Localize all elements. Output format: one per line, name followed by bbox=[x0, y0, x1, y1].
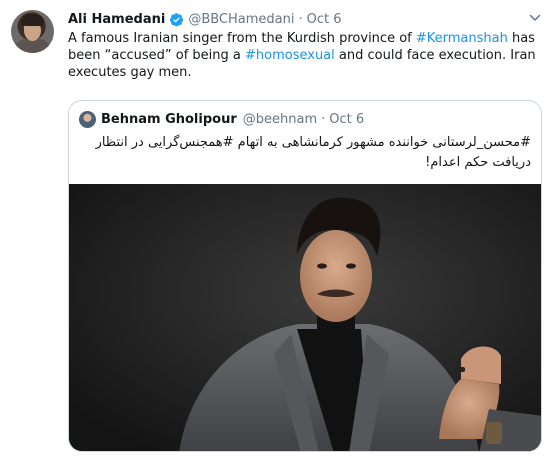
hashtag-link[interactable]: #homosexual bbox=[245, 48, 335, 63]
author-handle[interactable]: @BBCHamedani bbox=[188, 12, 294, 27]
portrait-photo bbox=[69, 184, 541, 451]
tweet-text-part: A famous Iranian singer from the Kurdish… bbox=[68, 31, 416, 46]
tweet-text: A famous Iranian singer from the Kurdish… bbox=[68, 30, 543, 81]
author-name[interactable]: Ali Hamedani bbox=[68, 12, 165, 27]
quoted-avatar[interactable] bbox=[79, 111, 96, 128]
tweet-header: Ali Hamedani @BBCHamedani · Oct 6 bbox=[68, 10, 342, 28]
tweet[interactable]: Ali Hamedani @BBCHamedani · Oct 6 A famo… bbox=[0, 0, 553, 463]
verified-badge-icon bbox=[170, 12, 184, 26]
quoted-photo[interactable] bbox=[69, 184, 541, 451]
quoted-author-handle[interactable]: @beehnam bbox=[243, 112, 317, 127]
separator: · bbox=[298, 11, 303, 27]
chevron-down-icon[interactable] bbox=[529, 12, 541, 24]
quoted-tweet-text: #محسن_لرستانی خواننده مشهور کرمانشاهی به… bbox=[95, 135, 531, 170]
quoted-author-name[interactable]: Behnam Gholipour bbox=[101, 112, 237, 127]
quoted-tweet[interactable]: Behnam Gholipour @beehnam · Oct 6 #محسن_… bbox=[68, 100, 542, 452]
quoted-timestamp[interactable]: Oct 6 bbox=[329, 112, 364, 127]
avatar[interactable] bbox=[11, 10, 54, 53]
separator: · bbox=[321, 111, 326, 127]
timestamp[interactable]: Oct 6 bbox=[307, 12, 342, 27]
quoted-header: Behnam Gholipour @beehnam · Oct 6 bbox=[101, 110, 364, 128]
hashtag-link[interactable]: #Kermanshah bbox=[416, 31, 508, 46]
